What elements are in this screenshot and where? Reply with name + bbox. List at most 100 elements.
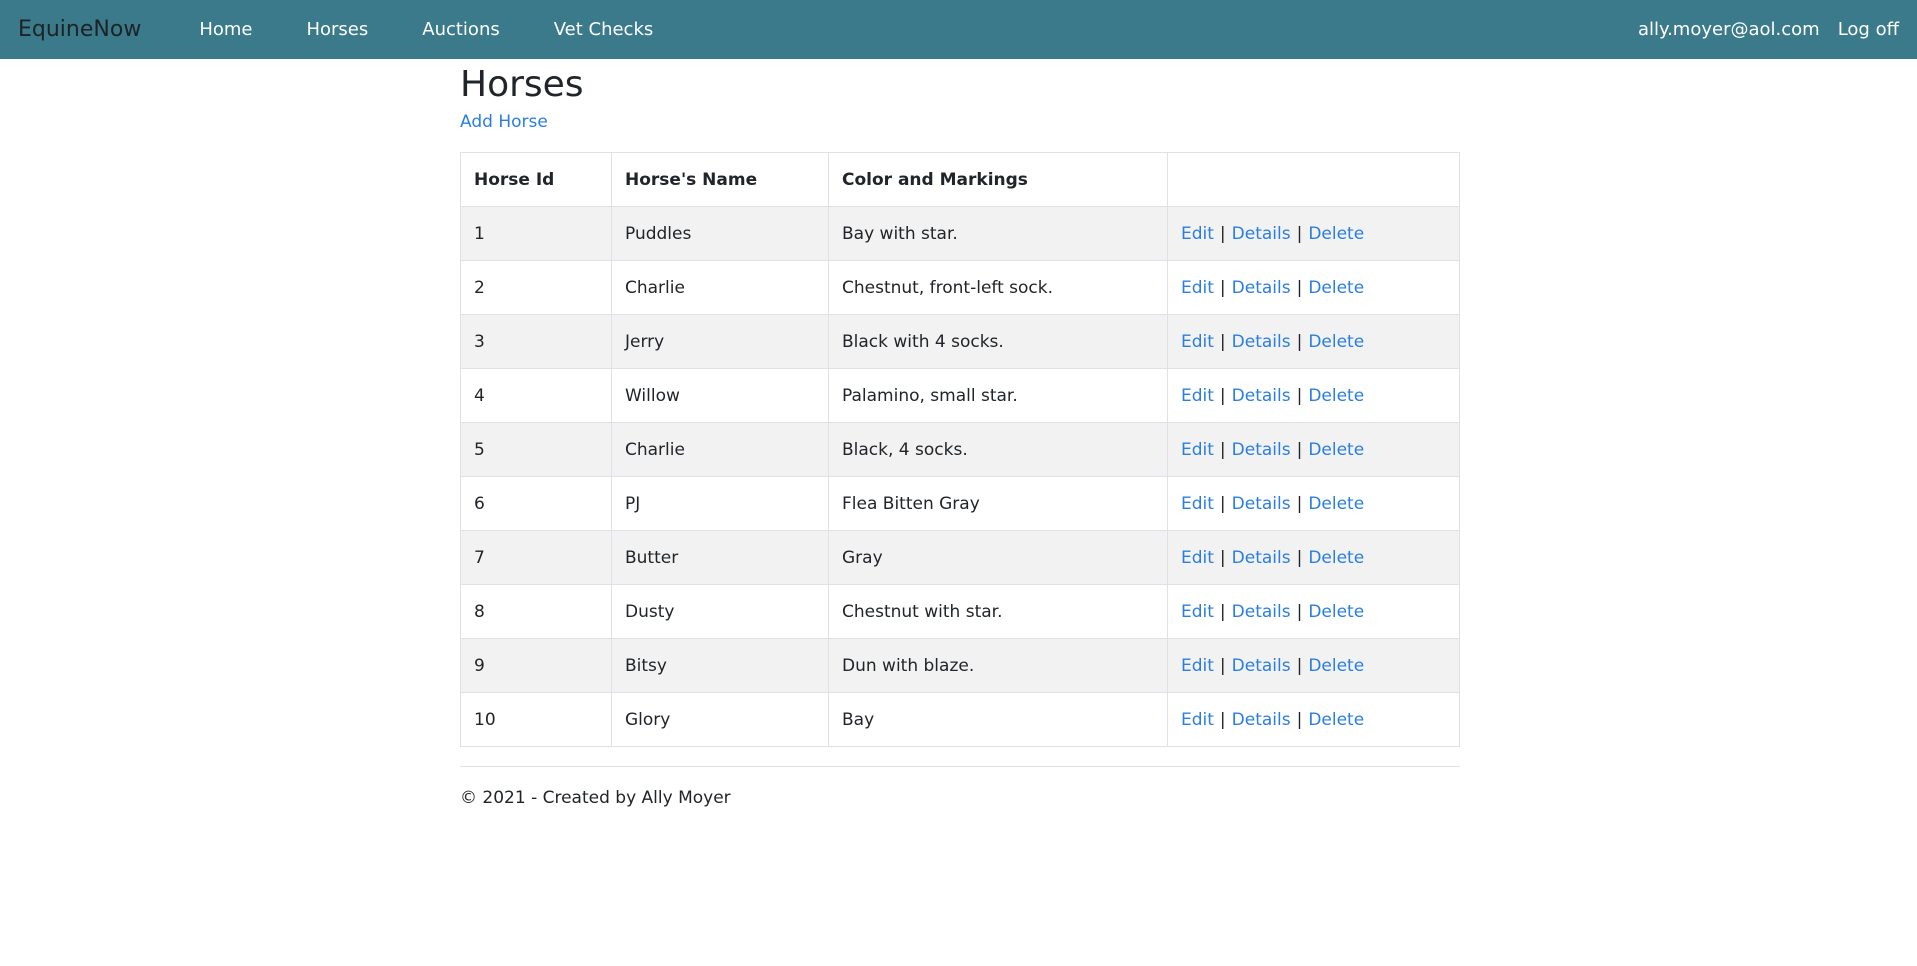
cell-horse-name: Dusty: [611, 584, 829, 640]
nav-user-area: ally.moyer@aol.com Log off: [1638, 19, 1899, 40]
cell-actions: Edit | Details | Delete: [1167, 260, 1460, 316]
details-link[interactable]: Details: [1232, 494, 1291, 514]
edit-link[interactable]: Edit: [1181, 602, 1214, 622]
cell-horse-id: 3: [460, 314, 612, 370]
user-email-link[interactable]: ally.moyer@aol.com: [1638, 19, 1820, 40]
edit-link[interactable]: Edit: [1181, 494, 1214, 514]
cell-horse-name: Charlie: [611, 422, 829, 478]
cell-actions: Edit | Details | Delete: [1167, 314, 1460, 370]
delete-link[interactable]: Delete: [1308, 332, 1364, 352]
nav-links: Home Horses Auctions Vet Checks: [199, 19, 707, 40]
footer-divider: [460, 766, 1460, 768]
table-row: 4 Willow Palamino, small star. Edit | Deta…: [460, 368, 1460, 424]
page-title: Horses: [460, 64, 584, 105]
nav-horses[interactable]: Horses: [306, 19, 368, 40]
table-row: 5 Charlie Black, 4 socks. Edit | Details | D…: [460, 422, 1460, 478]
table-row: 8 Dusty Chestnut with star. Edit | Details…: [460, 584, 1460, 640]
delete-link[interactable]: Delete: [1308, 224, 1364, 244]
edit-link[interactable]: Edit: [1181, 548, 1214, 568]
cell-color-markings: Black, 4 socks.: [828, 422, 1168, 478]
add-horse-link[interactable]: Add Horse: [460, 112, 548, 132]
action-separator: |: [1219, 655, 1226, 676]
brand-link[interactable]: EquineNow: [18, 17, 141, 42]
details-link[interactable]: Details: [1232, 386, 1291, 406]
action-separator: |: [1296, 223, 1303, 244]
edit-link[interactable]: Edit: [1181, 278, 1214, 298]
cell-actions: Edit | Details | Delete: [1167, 368, 1460, 424]
delete-link[interactable]: Delete: [1308, 656, 1364, 676]
cell-color-markings: Chestnut with star.: [828, 584, 1168, 640]
details-link[interactable]: Details: [1232, 332, 1291, 352]
cell-color-markings: Gray: [828, 530, 1168, 586]
table-row: 7 Butter Gray Edit | Details | Delete: [460, 530, 1460, 586]
action-separator: |: [1219, 385, 1226, 406]
action-separator: |: [1219, 331, 1226, 352]
cell-color-markings: Black with 4 socks.: [828, 314, 1168, 370]
cell-actions: Edit | Details | Delete: [1167, 206, 1460, 262]
main-content: Horses Add Horse Horse Id Horse's Name C…: [460, 63, 1460, 808]
cell-horse-id: 6: [460, 476, 612, 532]
delete-link[interactable]: Delete: [1308, 710, 1364, 730]
action-separator: |: [1296, 601, 1303, 622]
header-horse-name: Horse's Name: [611, 152, 829, 208]
action-separator: |: [1296, 331, 1303, 352]
action-separator: |: [1219, 709, 1226, 730]
delete-link[interactable]: Delete: [1308, 386, 1364, 406]
action-separator: |: [1296, 709, 1303, 730]
action-separator: |: [1219, 439, 1226, 460]
edit-link[interactable]: Edit: [1181, 440, 1214, 460]
table-row: 3 Jerry Black with 4 socks. Edit | Details…: [460, 314, 1460, 370]
cell-horse-id: 7: [460, 530, 612, 586]
cell-horse-name: Butter: [611, 530, 829, 586]
delete-link[interactable]: Delete: [1308, 278, 1364, 298]
table-body: 1 Puddles Bay with star. Edit | Details | De…: [460, 206, 1460, 748]
cell-horse-id: 1: [460, 206, 612, 262]
nav-vet-checks[interactable]: Vet Checks: [554, 19, 654, 40]
cell-horse-id: 2: [460, 260, 612, 316]
header-actions: [1167, 152, 1460, 208]
details-link[interactable]: Details: [1232, 224, 1291, 244]
table-row: 1 Puddles Bay with star. Edit | Details | De…: [460, 206, 1460, 262]
cell-horse-name: Glory: [611, 692, 829, 748]
edit-link[interactable]: Edit: [1181, 710, 1214, 730]
delete-link[interactable]: Delete: [1308, 440, 1364, 460]
delete-link[interactable]: Delete: [1308, 602, 1364, 622]
action-separator: |: [1219, 223, 1226, 244]
action-separator: |: [1296, 439, 1303, 460]
details-link[interactable]: Details: [1232, 278, 1291, 298]
cell-horse-name: Bitsy: [611, 638, 829, 694]
cell-actions: Edit | Details | Delete: [1167, 422, 1460, 478]
delete-link[interactable]: Delete: [1308, 548, 1364, 568]
nav-auctions[interactable]: Auctions: [422, 19, 499, 40]
delete-link[interactable]: Delete: [1308, 494, 1364, 514]
cell-color-markings: Dun with blaze.: [828, 638, 1168, 694]
logoff-link[interactable]: Log off: [1838, 19, 1899, 40]
action-separator: |: [1219, 547, 1226, 568]
action-separator: |: [1296, 385, 1303, 406]
navbar: EquineNow Home Horses Auctions Vet Check…: [0, 0, 1917, 59]
cell-actions: Edit | Details | Delete: [1167, 584, 1460, 640]
edit-link[interactable]: Edit: [1181, 224, 1214, 244]
edit-link[interactable]: Edit: [1181, 656, 1214, 676]
edit-link[interactable]: Edit: [1181, 332, 1214, 352]
horses-table: Horse Id Horse's Name Color and Markings…: [460, 152, 1460, 748]
cell-color-markings: Chestnut, front-left sock.: [828, 260, 1168, 316]
cell-horse-id: 8: [460, 584, 612, 640]
action-separator: |: [1219, 277, 1226, 298]
details-link[interactable]: Details: [1232, 710, 1291, 730]
edit-link[interactable]: Edit: [1181, 386, 1214, 406]
table-row: 10 Glory Bay Edit | Details | Delete: [460, 692, 1460, 748]
nav-home[interactable]: Home: [199, 19, 252, 40]
action-separator: |: [1219, 493, 1226, 514]
action-separator: |: [1296, 655, 1303, 676]
header-color-markings: Color and Markings: [828, 152, 1168, 208]
details-link[interactable]: Details: [1232, 656, 1291, 676]
cell-horse-name: Jerry: [611, 314, 829, 370]
details-link[interactable]: Details: [1232, 602, 1291, 622]
cell-actions: Edit | Details | Delete: [1167, 530, 1460, 586]
action-separator: |: [1296, 547, 1303, 568]
table-row: 9 Bitsy Dun with blaze. Edit | Details | Del…: [460, 638, 1460, 694]
details-link[interactable]: Details: [1232, 440, 1291, 460]
details-link[interactable]: Details: [1232, 548, 1291, 568]
cell-horse-id: 5: [460, 422, 612, 478]
